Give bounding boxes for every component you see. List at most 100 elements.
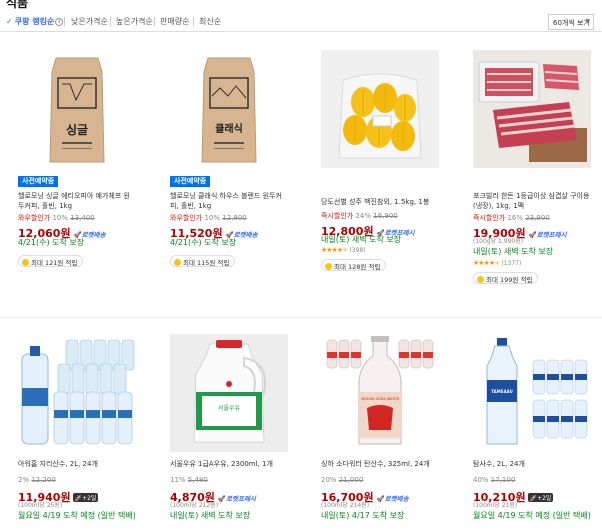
sort-high-price[interactable]: 높은가격순 [116,16,153,27]
sort-ranking-label: 쿠팡 랭킹순 [14,17,55,26]
check-icon: ✓ [6,17,13,26]
rocket-badge: 🚀로켓프레시 [529,231,567,239]
coin-icon [22,259,29,266]
preorder-badge: 사전예약중 [18,176,59,187]
original-price: 17,100 [490,476,516,484]
bag-label-text: 클래식 [215,122,243,135]
original-price: 13,400 [70,214,95,222]
per-page-value: 60개씩 보기 [553,19,590,27]
wow-badge: 🚀+2일 [527,493,554,502]
cashback-badge: 최대 128원 적립 [321,259,387,271]
milk-label-text: 서울우유 [218,404,241,412]
product-card[interactable]: 서울우유 서울우유 1급A우유, 2300ml, 1개 11% 5,480 4,… [170,334,288,532]
rocket-label: 로켓배송 [233,231,258,239]
discount-rate: 10% [52,214,68,222]
preorder-badge: 사전예약중 [170,176,211,187]
unit-price: (100ml당 25원) [18,502,63,509]
coin-icon [477,276,484,283]
rocket-icon: 🚀 [528,231,537,239]
product-name[interactable]: 서울우유 1급A우유, 2300ml, 1개 [170,459,288,469]
product-image[interactable]: SINGHA SODA WATER [321,334,439,452]
product-card[interactable]: TAMSASU 탐사수, 2L, 24개 40% 17,100 10,210원 🚀… [473,334,591,532]
product-image[interactable]: 서울우유 [170,334,288,452]
unit-price: (100g당 1,990원) [473,238,524,245]
delivery-info: 내일(토) 4/17 도착 보장 [321,511,405,520]
product-card[interactable]: 아워홈 지리산수, 2L, 24개 2% 12,200 11,940원 🚀+2일 … [18,334,136,532]
sort-divider [193,17,194,26]
cashback-badge: 최대 115원 적립 [170,255,236,267]
product-name[interactable]: 탐사수, 2L, 24개 [473,459,591,469]
rocket-badge: 🚀로켓배송 [377,495,409,503]
discount-line: 40% 17,100 [473,476,515,484]
info-icon[interactable]: i [55,18,64,26]
discount-label: 와우할인가 [170,214,203,222]
product-card[interactable]: 포크빌리 한돈 1등급이상 삼겹살 구이용 (냉장), 1kg, 1팩 즉시할인… [473,50,591,320]
original-price: 12,200 [31,476,56,484]
rocket-icon: 🚀 [376,495,385,503]
rocket-label: 로켓프레시 [226,495,256,503]
product-name[interactable]: 싱하 소다워터 탄산수, 325ml, 24개 [321,459,439,469]
product-image[interactable] [321,50,439,168]
discount-rate: 10% [204,214,220,222]
chevron-down-icon: ▼ [585,18,590,25]
page-heading-partial: 식품 [6,0,29,10]
discount-rate: 11% [170,476,186,484]
unit-price: (100ml당 212원) [170,502,219,509]
delivery-info: 내일(토) 새벽 도착 보장 [321,235,402,244]
discount-rate: 16% [507,214,523,222]
discount-rate: 20% [321,476,337,484]
delivery-info: 내일(토) 새벽 도착 보장 [473,247,554,256]
sort-ranking[interactable]: ✓ 쿠팡 랭킹순 i [6,16,64,27]
product-name[interactable]: 헬로모닝 싱글 에티오피아 예가체프 원두커피, 홀빈, 1kg [18,191,136,211]
unit-price: (100ml당 214원) [321,502,370,509]
rocket-label: 로켓프레시 [536,231,567,239]
sort-newest[interactable]: 최신순 [199,16,221,27]
discount-line: 11% 5,480 [170,476,208,484]
soda-label-text: SINGHA SODA WATER [361,397,400,401]
sort-bar: ✓ 쿠팡 랭킹순 i 낮은가격순 높은가격순 판매량순 최신순 60개씩 보기 ▼ [0,14,602,32]
unit-price: (100ml당 21원) [473,502,518,509]
product-card[interactable]: SINGHA SODA WATER 싱하 소다워터 탄산수, 325ml, 24… [321,334,439,532]
per-page-select[interactable]: 60개씩 보기 ▼ [548,14,594,30]
product-card[interactable]: 싱글 사전예약중 헬로모닝 싱글 에티오피아 예가체프 원두커피, 홀빈, 1k… [18,50,136,320]
original-price: 21,000 [338,476,364,484]
original-price: 23,900 [525,214,550,222]
product-card[interactable]: 클래식 사전예약중 헬로모닝 클래식 하우스 블렌드 원두커피, 홀빈, 1kg… [170,50,288,320]
coin-icon [325,263,332,270]
cashback-badge: 최대 199원 적립 [473,272,539,284]
delivery-info: 4/21(수) 도착 보장 [170,238,237,247]
product-name[interactable]: 아워홈 지리산수, 2L, 24개 [18,459,136,469]
rocket-label: 로켓배송 [384,495,409,503]
original-price: 16,900 [373,212,398,220]
sort-sales[interactable]: 판매량순 [160,16,189,27]
product-image[interactable]: TAMSASU [473,334,591,452]
delivery-info: 4/21(수) 도착 보장 [18,238,85,247]
bottle-label-text: TAMSASU [491,389,513,394]
original-price: 5,480 [187,476,208,484]
product-name[interactable]: 헬로모닝 클래식 하우스 블렌드 원두커피, 홀빈, 1kg [170,191,288,211]
sort-divider [64,17,65,26]
product-image[interactable]: 클래식 [170,50,288,168]
wow-label: +2일 [82,495,97,502]
discount-label: 와우할인가 [18,214,51,222]
product-card[interactable]: 당도선별 성주 백진참외, 1.5kg, 1봉 즉시할인가 24% 16,900… [321,50,439,320]
product-name[interactable]: 포크빌리 한돈 1등급이상 삼겹살 구이용 (냉장), 1kg, 1팩 [473,191,591,211]
discount-label: 즉시할인가 [321,212,354,220]
original-price: 12,800 [222,214,247,222]
sort-divider [110,17,111,26]
product-image[interactable] [18,334,136,452]
rating-stars: ★★★★★ (398) [321,246,366,254]
discount-rate: 40% [473,476,489,484]
sort-low-price[interactable]: 낮은가격순 [71,16,108,27]
row-divider [0,317,602,318]
product-image[interactable] [473,50,591,168]
sort-divider [154,17,155,26]
wow-badge: 🚀+2일 [72,493,99,502]
cashback-text: 최대 128원 적립 [334,263,381,271]
review-count: (1377) [501,260,522,267]
product-name[interactable]: 당도선별 성주 백진참외, 1.5kg, 1봉 [321,197,439,207]
product-image[interactable]: 싱글 [18,50,136,168]
discount-rate: 2% [18,476,30,484]
rocket-badge: 🚀로켓프레시 [218,495,256,503]
discount-rate: 24% [355,212,371,220]
